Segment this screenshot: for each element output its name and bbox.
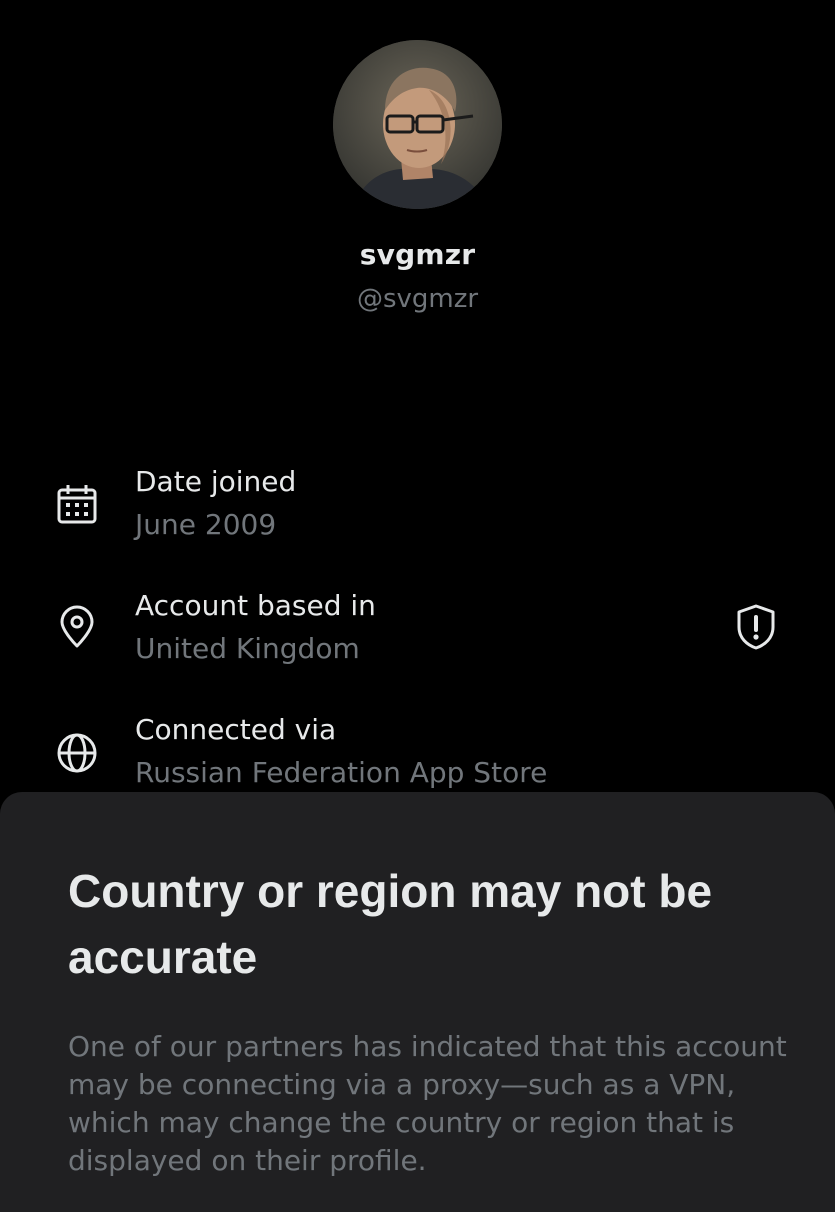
date-joined-label: Date joined	[135, 465, 297, 498]
account-based-label: Account based in	[135, 589, 376, 622]
handle: @svgmzr	[356, 284, 479, 314]
info-bottom-sheet: Country or region may not be accurate On…	[0, 792, 835, 1212]
info-row-account-based: Account based in United Kingdom	[0, 584, 835, 684]
connected-via-value: Russian Federation App Store	[135, 756, 548, 789]
calendar-icon	[54, 482, 100, 528]
location-pin-icon	[54, 604, 100, 650]
date-joined-value: June 2009	[135, 508, 277, 541]
avatar-portrait	[333, 40, 502, 209]
sheet-title: Country or region may not be accurate	[68, 865, 713, 983]
shield-alert-icon[interactable]	[734, 603, 778, 651]
account-based-value: United Kingdom	[135, 632, 360, 665]
connected-via-label: Connected via	[135, 713, 337, 746]
info-row-date-joined: Date joined June 2009	[0, 460, 835, 560]
sheet-body: One of our partners has indicated that t…	[68, 1030, 787, 1177]
avatar[interactable]	[333, 40, 502, 209]
globe-icon	[54, 730, 100, 776]
display-name: svgmzr	[359, 238, 476, 271]
